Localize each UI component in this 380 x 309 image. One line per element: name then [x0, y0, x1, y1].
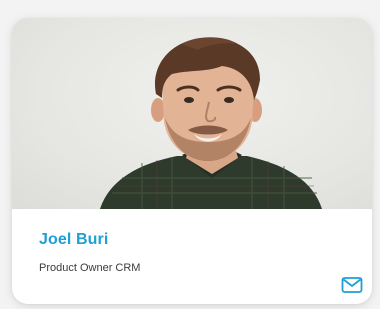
profile-role: Product Owner CRM: [39, 262, 141, 274]
profile-photo: [12, 18, 372, 209]
profile-card: Joel Buri Product Owner CRM: [12, 18, 372, 304]
envelope-icon[interactable]: [341, 276, 363, 294]
profile-name: Joel Buri: [39, 231, 109, 248]
